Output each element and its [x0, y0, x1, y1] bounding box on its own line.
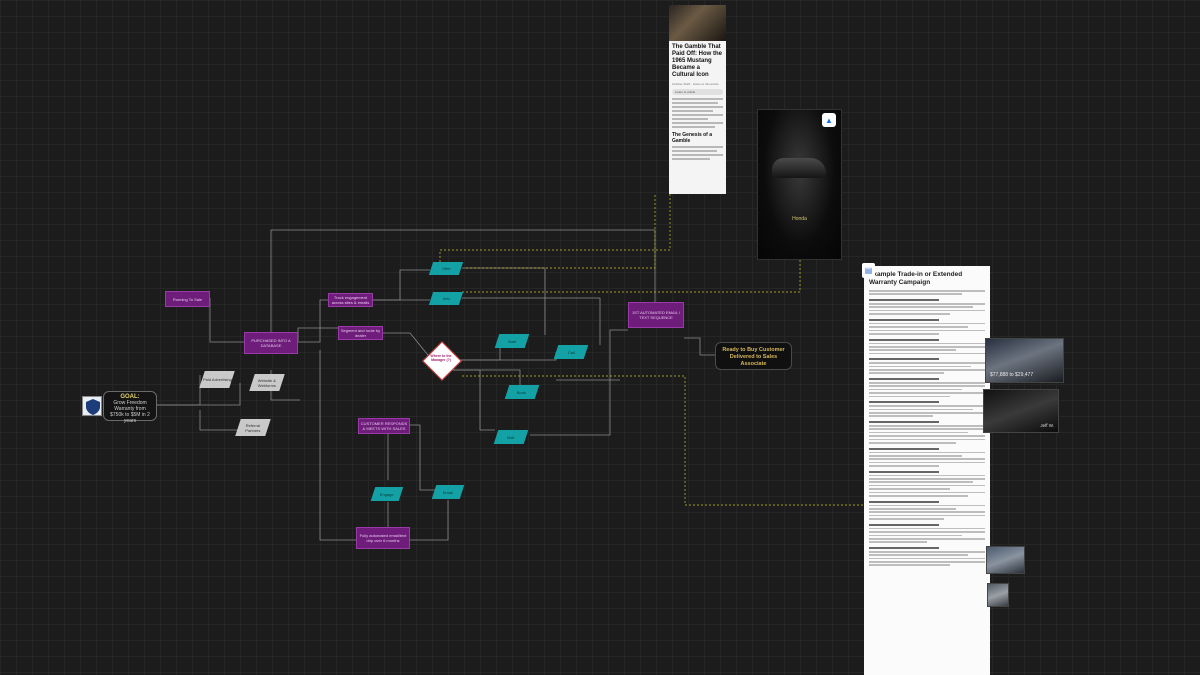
teal-node-offer[interactable]: Offer — [428, 262, 464, 275]
company-logo — [82, 396, 102, 416]
article-section: The Genesis of a Gamble — [672, 132, 713, 144]
goal-node[interactable]: GOAL: Grow Freedom Warranty from $750k t… — [103, 391, 157, 424]
teal-node-visit[interactable]: Visit — [493, 430, 529, 444]
doc-title: Example Trade-in or Extended Warranty Ca… — [869, 271, 963, 286]
document-icon: ▤ — [862, 263, 875, 278]
promo-video-card[interactable]: Honda — [757, 109, 842, 260]
source-website[interactable]: Website & Webforms — [249, 374, 285, 391]
goal-text: Grow Freedom Warranty from $750k to $5M … — [110, 400, 150, 424]
car-thumbnail-4[interactable] — [987, 583, 1009, 607]
article-photo — [669, 5, 726, 41]
node-running-to-sale[interactable]: Running To Sale — [165, 291, 210, 307]
teal-node-call[interactable]: Call — [553, 345, 589, 359]
article-meta: October 2024 · Listen to this article — [672, 82, 719, 86]
shield-icon — [86, 399, 100, 415]
decision-label: Where to the Manager (?) — [430, 354, 452, 362]
node-purchased-database[interactable]: PURCHASED INTO A DATABASE — [244, 332, 298, 354]
node-first-sequence[interactable]: 1ST AUTOMATED EMAIL / TEXT SEQUENCE — [628, 302, 684, 328]
car-thumbnail-2[interactable]: Jeff W. — [983, 389, 1059, 433]
google-drive-icon: ▲ — [822, 113, 836, 127]
campaign-document[interactable]: Example Trade-in or Extended Warranty Ca… — [864, 266, 990, 675]
article-title: The Gamble That Paid Off: How the 1965 M… — [672, 44, 722, 78]
source-referral[interactable]: Referral Partners — [235, 419, 271, 436]
teal-node-info[interactable]: Info — [428, 292, 464, 305]
thumb-2-label: Jeff W. — [1040, 423, 1054, 428]
teal-node-book[interactable]: Book — [504, 385, 540, 399]
node-segment-route[interactable]: Segment and route by dealer — [338, 326, 383, 340]
teal-node-start[interactable]: Start — [494, 334, 530, 348]
article-card[interactable]: The Gamble That Paid Off: How the 1965 M… — [669, 5, 726, 194]
car-image — [772, 158, 826, 178]
car-thumbnail-3[interactable] — [986, 546, 1025, 574]
source-paid-ads[interactable]: Paid Advertising — [199, 371, 235, 388]
car-thumbnail-1[interactable]: $77,888 to $29,477 — [985, 338, 1064, 383]
node-customer-responds[interactable]: CUSTOMER RESPONDS & MEETS WITH SALES — [358, 418, 410, 434]
promo-brand: Honda — [792, 216, 807, 222]
teal-node-engage[interactable]: Engage — [370, 487, 404, 501]
thumb-1-label: $77,888 to $29,477 — [990, 372, 1034, 378]
teal-node-email[interactable]: Email — [431, 485, 465, 499]
ready-to-buy-node[interactable]: Ready to Buy Customer Delivered to Sales… — [715, 342, 792, 370]
node-track-engagement[interactable]: Track engagement across sites & emails — [328, 293, 373, 307]
node-automated-drip[interactable]: Fully automated email/text drip over 6 m… — [356, 527, 410, 549]
audio-player[interactable]: Listen to article — [672, 89, 723, 95]
